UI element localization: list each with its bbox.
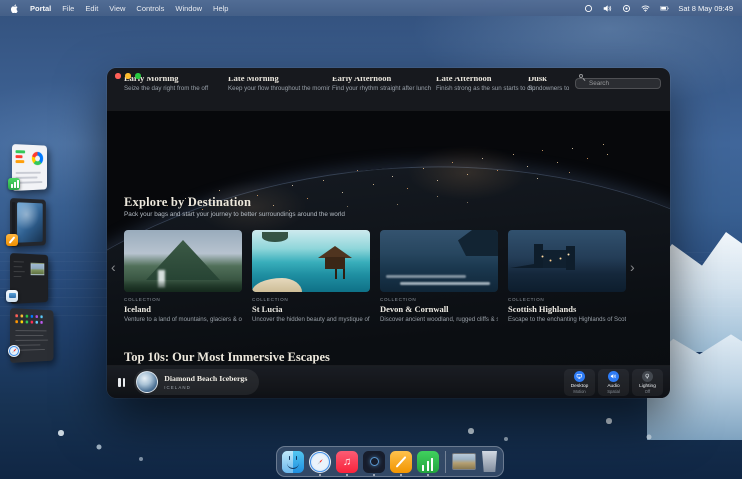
- strip-item-early-morning[interactable]: Early Morning Seize the day right from t…: [124, 77, 226, 92]
- top10-section-title: Top 10s: Our Most Immersive Escapes: [124, 350, 330, 365]
- stats-app-icon: [8, 178, 20, 190]
- music-icon[interactable]: ♫: [336, 451, 358, 473]
- wifi-icon[interactable]: [640, 3, 650, 13]
- scottish-highlands-image: [508, 230, 626, 292]
- iceland-image: [124, 230, 242, 292]
- stats-icon[interactable]: [417, 451, 439, 473]
- environment-controls: Desktop Motion Audio Spatial Lighting Of…: [564, 369, 663, 396]
- city-glow: [407, 145, 527, 200]
- now-playing-title: Diamond Beach Icebergs: [164, 374, 247, 383]
- strip-item-early-afternoon[interactable]: Early Afternoon Find your rhythm straigh…: [332, 77, 434, 92]
- desktop: Portal File Edit View Controls Window He…: [0, 0, 742, 479]
- menu-bar: Portal File Edit View Controls Window He…: [0, 0, 742, 16]
- dock-divider: [445, 451, 446, 473]
- now-playing-location: ICELAND: [164, 385, 247, 390]
- st-lucia-image: [252, 230, 370, 292]
- menu-edit[interactable]: Edit: [85, 4, 98, 13]
- strip-divider: [107, 110, 670, 111]
- preview-app-icon: [6, 290, 18, 302]
- safari-badge-icon: [8, 345, 20, 357]
- desktop-icon: [574, 371, 585, 382]
- strip-item-late-afternoon[interactable]: Late Afternoon Finish strong as the sun …: [436, 77, 538, 92]
- audio-spatial-button[interactable]: Audio Spatial: [598, 369, 629, 396]
- carousel-next-icon[interactable]: ›: [630, 260, 635, 274]
- trash-icon[interactable]: [481, 451, 498, 472]
- menu-view[interactable]: View: [109, 4, 125, 13]
- app-menu-title[interactable]: Portal: [30, 4, 51, 13]
- search-icon: [579, 74, 583, 78]
- battery-icon[interactable]: [659, 3, 669, 13]
- lighting-off-button[interactable]: Lighting Off: [632, 369, 663, 396]
- donut-chart-thumb: [32, 152, 43, 165]
- minimized-window-icon[interactable]: [452, 453, 476, 470]
- now-playing-thumbnail: [136, 371, 158, 393]
- menu-controls[interactable]: Controls: [136, 4, 164, 13]
- search-field-wrap: [575, 72, 661, 83]
- carousel-prev-icon[interactable]: ‹: [111, 260, 116, 274]
- window-controls: [115, 73, 141, 79]
- card-devon-cornwall[interactable]: COLLECTION Devon & Cornwall Discover anc…: [380, 230, 498, 323]
- dock: ♫: [276, 446, 504, 477]
- volume-icon[interactable]: [602, 3, 612, 13]
- close-window-button[interactable]: [115, 73, 121, 79]
- card-iceland[interactable]: COLLECTION Iceland Venture to a land of …: [124, 230, 242, 323]
- search-input[interactable]: [575, 78, 661, 89]
- card-scottish-highlands[interactable]: COLLECTION Scottish Highlands Escape to …: [508, 230, 626, 323]
- portal-app-icon[interactable]: [363, 451, 385, 473]
- apple-menu-icon[interactable]: [9, 3, 19, 13]
- portal-app-window: Early Morning Seize the day right from t…: [107, 68, 670, 398]
- explore-section-title: Explore by Destination: [124, 195, 251, 210]
- menu-bar-clock[interactable]: Sat 8 May 09:49: [678, 4, 733, 13]
- screen-mirroring-icon[interactable]: [621, 3, 631, 13]
- destination-carousel: COLLECTION Iceland Venture to a land of …: [124, 230, 626, 323]
- markup-app-icon: [6, 234, 18, 246]
- photo-thumb: [31, 263, 45, 276]
- player-bar: Diamond Beach Icebergs ICELAND Desktop M…: [107, 365, 670, 398]
- menu-help[interactable]: Help: [213, 4, 228, 13]
- speaker-icon: [608, 371, 619, 382]
- now-playing[interactable]: Diamond Beach Icebergs ICELAND: [134, 369, 259, 395]
- menu-window[interactable]: Window: [175, 4, 202, 13]
- time-of-day-strip: Early Morning Seize the day right from t…: [124, 77, 570, 102]
- explore-section-subtitle: Pack your bags and start your journey to…: [124, 211, 345, 218]
- lightbulb-icon: [642, 371, 653, 382]
- finder-icon[interactable]: [282, 451, 304, 473]
- zoom-window-button[interactable]: [135, 73, 141, 79]
- card-st-lucia[interactable]: COLLECTION St Lucia Uncover the hidden b…: [252, 230, 370, 323]
- shortcuts-icon[interactable]: [583, 3, 593, 13]
- safari-icon[interactable]: [309, 451, 331, 473]
- strip-item-dusk[interactable]: Dusk Sundowners to herald in the night w…: [528, 77, 570, 92]
- minimize-window-button[interactable]: [125, 73, 131, 79]
- markup-icon[interactable]: [390, 451, 412, 473]
- devon-cornwall-image: [380, 230, 498, 292]
- abstract-image-thumb: [17, 202, 43, 242]
- desktop-motion-button[interactable]: Desktop Motion: [564, 369, 595, 396]
- pause-icon[interactable]: [118, 378, 125, 387]
- menu-file[interactable]: File: [62, 4, 74, 13]
- strip-item-late-morning[interactable]: Late Morning Keep your flow throughout t…: [228, 77, 330, 92]
